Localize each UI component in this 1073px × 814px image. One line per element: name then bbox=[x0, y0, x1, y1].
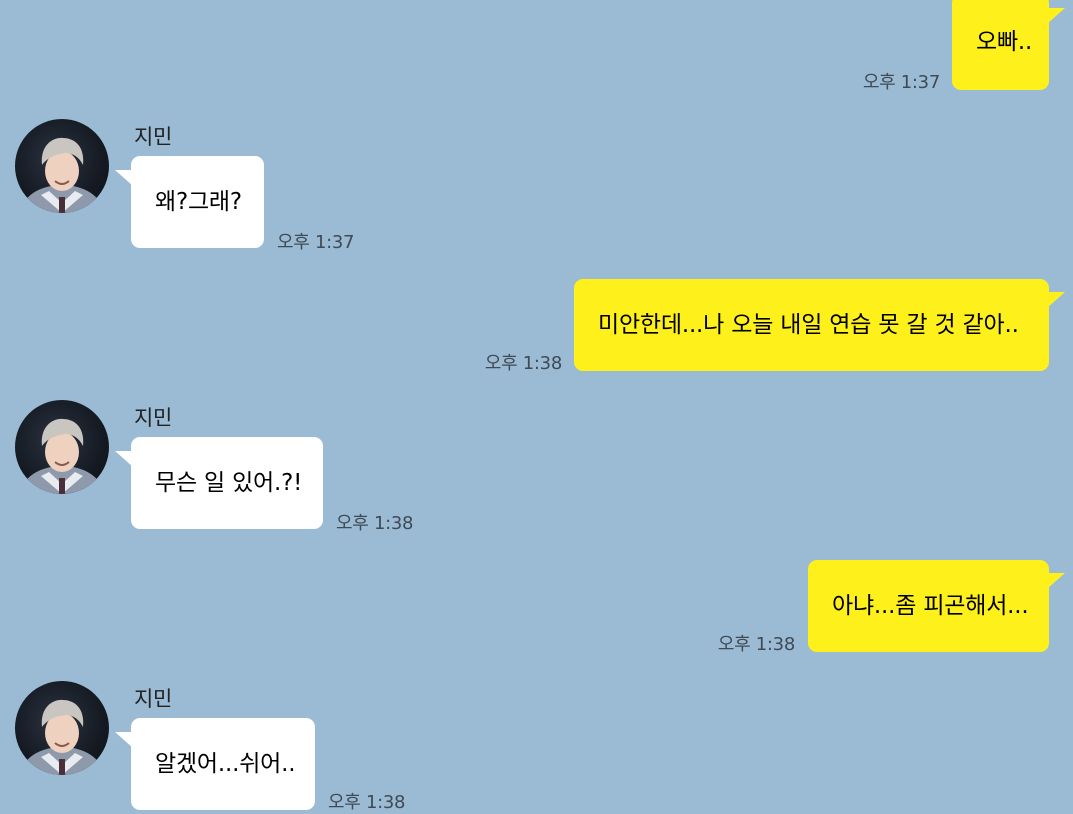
avatar[interactable] bbox=[15, 400, 109, 494]
bubble-tail bbox=[1047, 292, 1065, 308]
avatar[interactable] bbox=[15, 119, 109, 213]
bubble-tail bbox=[1047, 8, 1065, 24]
message-timestamp: 오후 1:38 bbox=[336, 513, 414, 534]
message-text: 왜?그래? bbox=[155, 188, 242, 215]
profile-photo-icon bbox=[22, 137, 102, 213]
chat-area[interactable]: 오빠.. 오후 1:37 지민 왜?그래? 오후 1:37 미안한데...나 오… bbox=[0, 0, 1073, 813]
outgoing-message-bubble[interactable]: 오빠.. bbox=[952, 0, 1049, 90]
profile-photo-icon bbox=[22, 699, 102, 775]
message-text: 오빠.. bbox=[976, 28, 1033, 55]
message-text: 알겠어...쉬어.. bbox=[155, 750, 296, 777]
outgoing-message-bubble[interactable]: 아냐...좀 피곤해서... bbox=[808, 560, 1049, 652]
profile-photo-icon bbox=[22, 418, 102, 494]
incoming-message-bubble[interactable]: 무슨 일 있어.?! bbox=[131, 437, 323, 529]
outgoing-message-bubble[interactable]: 미안한데...나 오늘 내일 연습 못 갈 것 같아.. bbox=[574, 279, 1049, 371]
sender-name: 지민 bbox=[134, 687, 173, 711]
incoming-message-bubble[interactable]: 알겠어...쉬어.. bbox=[131, 718, 315, 810]
bubble-tail bbox=[1047, 573, 1065, 589]
message-timestamp: 오후 1:38 bbox=[328, 792, 406, 813]
message-timestamp: 오후 1:38 bbox=[484, 353, 562, 374]
message-text: 무슨 일 있어.?! bbox=[155, 469, 303, 496]
message-text: 아냐...좀 피곤해서... bbox=[832, 592, 1029, 619]
avatar[interactable] bbox=[15, 681, 109, 775]
message-timestamp: 오후 1:37 bbox=[277, 232, 355, 253]
sender-name: 지민 bbox=[134, 125, 173, 149]
message-timestamp: 오후 1:38 bbox=[717, 634, 795, 655]
incoming-message-bubble[interactable]: 왜?그래? bbox=[131, 156, 264, 248]
sender-name: 지민 bbox=[134, 406, 173, 430]
message-text: 미안한데...나 오늘 내일 연습 못 갈 것 같아.. bbox=[598, 311, 1019, 338]
message-timestamp: 오후 1:37 bbox=[862, 72, 940, 93]
